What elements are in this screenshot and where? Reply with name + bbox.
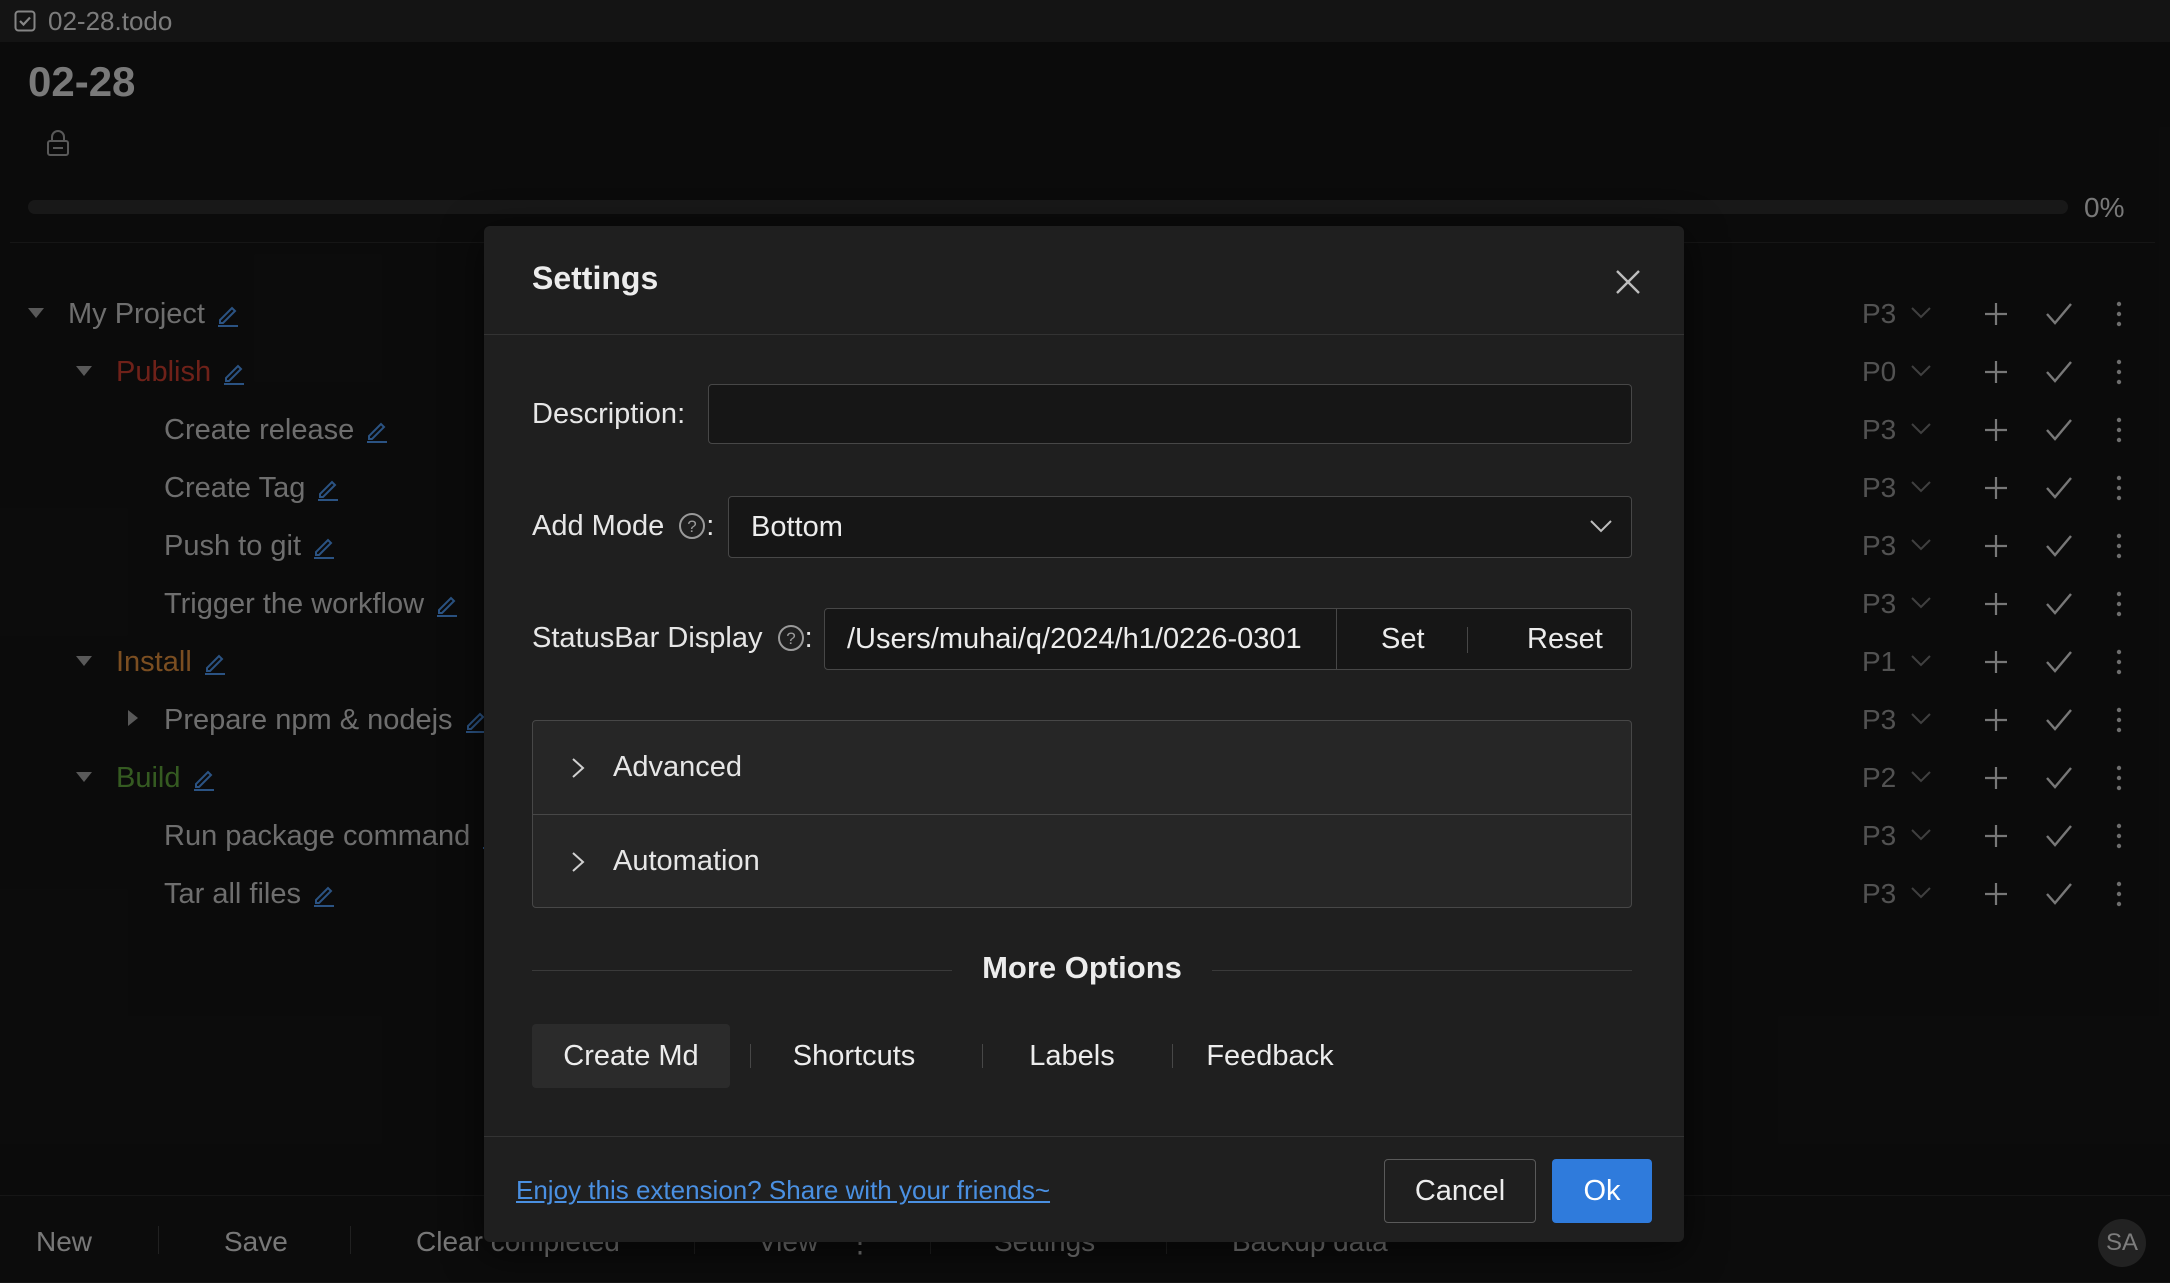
- help-icon[interactable]: ?: [777, 624, 805, 652]
- option-divider: [982, 1044, 983, 1068]
- more-options-heading: More Options: [952, 950, 1212, 985]
- path-divider: [1467, 627, 1468, 653]
- statusbar-path-input[interactable]: /Users/muhai/q/2024/h1/0226-0301: [825, 609, 1337, 669]
- add-mode-select[interactable]: Bottom: [728, 496, 1632, 558]
- shortcuts-button[interactable]: Shortcuts: [770, 1024, 938, 1088]
- automation-panel-header[interactable]: Automation: [533, 815, 1631, 908]
- settings-dialog: Settings Description: Add Mode ? : Botto…: [484, 226, 1684, 1242]
- close-icon[interactable]: [1614, 268, 1642, 296]
- set-button[interactable]: Set: [1381, 623, 1425, 656]
- option-divider: [750, 1044, 751, 1068]
- help-icon[interactable]: ?: [678, 512, 706, 540]
- dialog-footer: Enjoy this extension? Share with your fr…: [484, 1136, 1684, 1243]
- reset-button[interactable]: Reset: [1527, 623, 1603, 656]
- option-divider: [1172, 1044, 1173, 1068]
- svg-text:?: ?: [786, 629, 795, 648]
- dialog-title: Settings: [532, 260, 659, 296]
- chevron-right-icon: [572, 758, 585, 778]
- svg-text:?: ?: [688, 517, 697, 536]
- statusbar-display-label: StatusBar Display ? :: [532, 622, 813, 654]
- more-options-divider: More Options: [532, 950, 1632, 990]
- add-mode-label: Add Mode ? :: [532, 510, 715, 542]
- feedback-button[interactable]: Feedback: [1192, 1024, 1348, 1088]
- chevron-right-icon: [572, 852, 585, 872]
- share-link[interactable]: Enjoy this extension? Share with your fr…: [516, 1175, 1050, 1206]
- collapse-panels: Advanced Automation: [532, 720, 1632, 908]
- dialog-header: Settings: [484, 226, 1684, 335]
- chevron-down-icon: [1590, 520, 1612, 533]
- create-md-button[interactable]: Create Md: [532, 1024, 730, 1088]
- statusbar-path-group: /Users/muhai/q/2024/h1/0226-0301 Set Res…: [824, 608, 1632, 670]
- labels-button[interactable]: Labels: [1002, 1024, 1142, 1088]
- description-label: Description:: [532, 398, 686, 430]
- cancel-button[interactable]: Cancel: [1384, 1159, 1536, 1223]
- ok-button[interactable]: Ok: [1552, 1159, 1652, 1223]
- description-input[interactable]: [708, 384, 1632, 444]
- advanced-panel-header[interactable]: Advanced: [533, 721, 1631, 814]
- add-mode-value: Bottom: [751, 511, 843, 543]
